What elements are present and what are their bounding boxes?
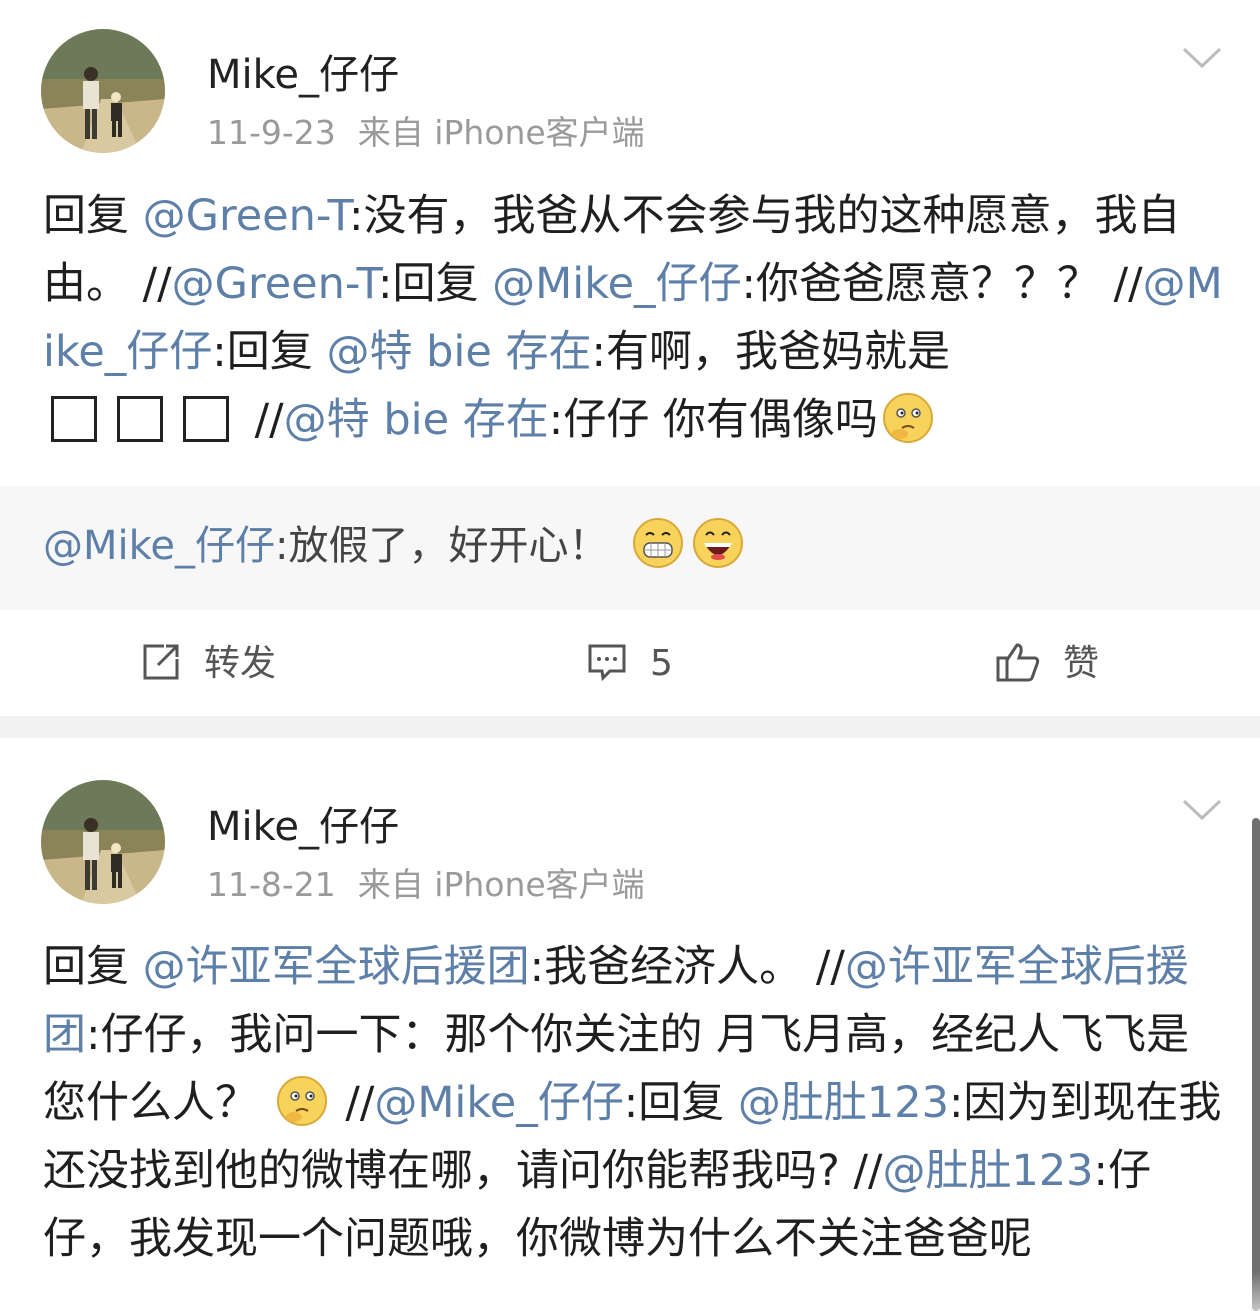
avatar-photo bbox=[41, 780, 165, 904]
mention-link[interactable]: @肚肚123 bbox=[738, 1078, 949, 1128]
mention-link[interactable]: @特 bie 存在 bbox=[326, 327, 591, 377]
body-text: // bbox=[254, 395, 284, 445]
mention-link[interactable]: @许亚军全球后援团 bbox=[143, 942, 530, 992]
comment-button[interactable]: 5 bbox=[586, 640, 673, 688]
like-icon bbox=[996, 643, 1040, 682]
post-body: 回复 @许亚军全球后援团:我爸经济人。 //@许亚军全球后援团:仔仔，我问一下：… bbox=[43, 933, 1223, 1273]
mention-link[interactable]: @Mike_仔仔 bbox=[374, 1078, 623, 1128]
missing-glyph-box bbox=[51, 396, 97, 442]
post-card: Mike_仔仔 11-9-23 来自 iPhone客户端 回复 @Green-T:… bbox=[0, 0, 1260, 716]
body-text: // bbox=[331, 1078, 375, 1128]
post-body: 回复 @Green-T:没有，我爸从不会参与我的这种愿意，我自由。 //@Gre… bbox=[43, 182, 1223, 454]
avatar[interactable] bbox=[41, 780, 165, 904]
post-meta: 11-9-23 来自 iPhone客户端 bbox=[207, 106, 667, 154]
body-text: 回复 bbox=[43, 942, 143, 992]
repost-body: :放假了，好开心！ bbox=[274, 523, 609, 569]
bottom-fade bbox=[0, 1271, 1260, 1311]
weibo-feed: Mike_仔仔 11-9-23 来自 iPhone客户端 回复 @Green-T:… bbox=[0, 0, 1260, 1311]
repost-icon bbox=[143, 644, 179, 680]
chevron-down-icon[interactable] bbox=[1182, 46, 1222, 70]
comment-icon bbox=[588, 644, 626, 682]
reposted-content[interactable]: @Mike_仔仔:放假了，好开心！ bbox=[0, 486, 1260, 610]
grin-emoji bbox=[633, 518, 684, 568]
post-date: 11-8-21 bbox=[207, 865, 336, 904]
username[interactable]: Mike_仔仔 bbox=[207, 42, 399, 100]
action-bar: 转发 5 赞 bbox=[0, 610, 1260, 716]
body-text: :你爸爸愿意？？？ // bbox=[741, 259, 1143, 309]
thinking-emoji bbox=[276, 1076, 327, 1126]
missing-glyph-box bbox=[117, 396, 163, 442]
missing-glyph-box bbox=[183, 396, 229, 442]
post-meta: 11-8-21 来自 iPhone客户端 bbox=[207, 858, 667, 906]
post-card: Mike_仔仔 11-8-21 来自 iPhone客户端 回复 @许亚军全球后援团… bbox=[0, 738, 1260, 1311]
body-text: :我爸经济人。 // bbox=[529, 942, 845, 992]
post-date: 11-9-23 bbox=[207, 113, 336, 152]
chevron-down-icon[interactable] bbox=[1182, 798, 1222, 822]
repost-label: 转发 bbox=[204, 643, 277, 684]
comment-count: 5 bbox=[650, 643, 673, 684]
mention-link[interactable]: @Green-T bbox=[172, 259, 378, 309]
body-text: 回复 bbox=[43, 191, 143, 241]
body-text: :回复 bbox=[212, 327, 327, 377]
username[interactable]: Mike_仔仔 bbox=[207, 794, 399, 852]
mention-link[interactable]: @Mike_仔仔 bbox=[43, 523, 275, 569]
post-source: 来自 iPhone客户端 bbox=[357, 113, 645, 152]
laugh-emoji bbox=[693, 518, 744, 568]
repost-button[interactable]: 转发 bbox=[140, 640, 276, 688]
scrollbar[interactable] bbox=[1252, 818, 1260, 1311]
avatar[interactable] bbox=[41, 29, 165, 153]
body-text: :有啊，我爸妈就是 bbox=[591, 327, 950, 377]
body-text: :回复 bbox=[623, 1078, 738, 1128]
body-text: :回复 bbox=[378, 259, 493, 309]
like-button[interactable]: 赞 bbox=[995, 640, 1099, 688]
body-text: :仔仔 你有偶像吗 bbox=[548, 395, 878, 445]
mention-link[interactable]: @特 bie 存在 bbox=[284, 395, 549, 445]
mention-link[interactable]: @肚肚123 bbox=[882, 1146, 1093, 1196]
mention-link[interactable]: @Mike_仔仔 bbox=[492, 259, 741, 309]
post-source: 来自 iPhone客户端 bbox=[357, 865, 645, 904]
like-label: 赞 bbox=[1063, 643, 1100, 684]
mention-link[interactable]: @Green-T bbox=[143, 191, 349, 241]
thinking-emoji bbox=[882, 393, 933, 443]
repost-text: @Mike_仔仔:放假了，好开心！ bbox=[43, 516, 748, 576]
avatar-photo bbox=[41, 29, 165, 153]
